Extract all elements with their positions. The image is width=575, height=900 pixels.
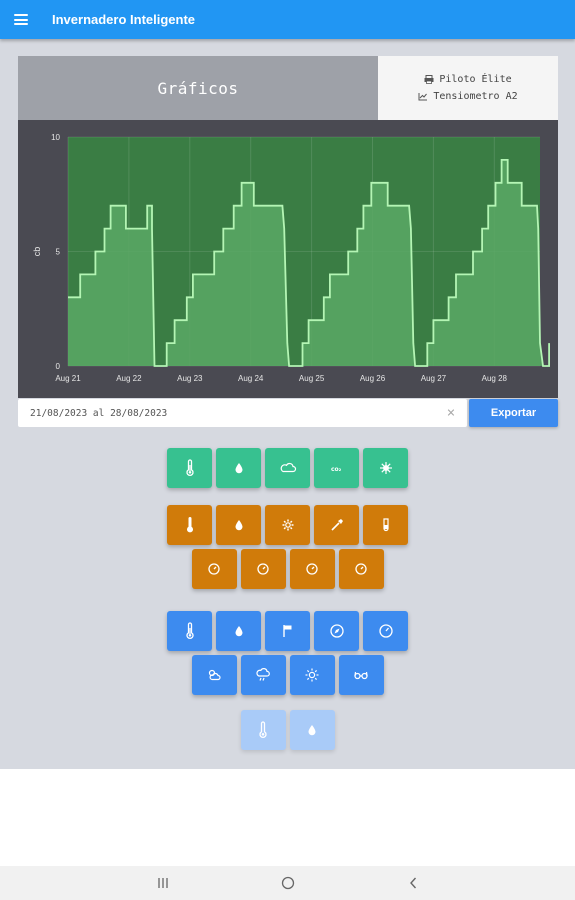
printer-icon (424, 75, 434, 84)
virus-icon (379, 462, 392, 474)
light-thermometer-button[interactable] (240, 710, 286, 750)
main-content: Gráficos Piloto Élite Tensiometro A2 Aug… (0, 39, 575, 769)
water-drop-icon (235, 626, 242, 637)
y-tick-label: 10 (51, 133, 60, 142)
light-sensor-row (0, 710, 575, 750)
app-title: Invernadero Inteligente (52, 12, 196, 27)
partly-cloudy-icon (208, 669, 221, 681)
blue-sensor-row-1 (0, 611, 575, 651)
close-icon[interactable]: × (441, 405, 461, 421)
water-drop-icon (308, 725, 316, 736)
x-tick-label: Aug 23 (177, 374, 203, 383)
chart-header: Gráficos Piloto Élite Tensiometro A2 (18, 56, 558, 120)
x-tick-label: Aug 24 (238, 374, 264, 383)
home-circle-icon (281, 876, 294, 890)
green-humidity-button[interactable] (216, 448, 261, 488)
y-axis-label: cb (32, 247, 42, 257)
gauge-icon (306, 563, 318, 575)
gear-icon (282, 519, 293, 531)
rain-cloud-icon (256, 668, 270, 681)
blue-wind-flag-button[interactable] (265, 611, 310, 651)
sun-icon (305, 668, 319, 682)
device-name: Piloto Élite (439, 74, 512, 85)
back-chevron-icon (409, 877, 416, 889)
x-tick-label: Aug 28 (482, 374, 508, 383)
sensor-line: Tensiometro A2 (418, 91, 518, 102)
x-tick-label: Aug 26 (360, 374, 386, 383)
orange-test-tube-button[interactable] (363, 505, 408, 545)
green-cloud-button[interactable] (265, 448, 310, 488)
green-thermometer-button[interactable] (167, 448, 212, 488)
chart-panel: Aug 21 Aug 22 Aug 23 Aug 24 Aug 25 Aug 26 Aug … (18, 120, 558, 398)
blue-rain-cloud-button[interactable] (240, 655, 286, 695)
back-button[interactable] (398, 868, 428, 898)
blue-sensor-row-2 (0, 655, 575, 695)
co2-icon: co₂ (331, 466, 342, 473)
blue-thermometer-button[interactable] (167, 611, 212, 651)
thermometer-icon (259, 721, 267, 738)
x-tick-label: Aug 25 (299, 374, 325, 383)
orange-gauge-button-4[interactable] (338, 549, 384, 589)
wind-flag-icon (282, 625, 291, 637)
gauge-icon (208, 563, 220, 575)
orange-pipette-button[interactable] (314, 505, 359, 545)
y-tick-label: 5 (56, 248, 61, 257)
y-tick-label: 0 (56, 362, 61, 371)
recent-apps-button[interactable] (148, 868, 178, 898)
orange-sensor-row-1 (0, 505, 575, 545)
pipette-icon (330, 519, 343, 531)
sensor-name: Tensiometro A2 (433, 91, 518, 102)
x-tick-label: Aug 21 (55, 374, 81, 383)
green-virus-button[interactable] (363, 448, 408, 488)
home-button[interactable] (273, 868, 303, 898)
blue-partly-cloudy-button[interactable] (191, 655, 237, 695)
thermometer-icon (185, 622, 194, 639)
light-humidity-button[interactable] (289, 710, 335, 750)
orange-humidity-button[interactable] (216, 505, 261, 545)
green-co2-button[interactable]: co₂ (314, 448, 359, 488)
page-title: Gráficos (18, 56, 378, 120)
recent-apps-icon (157, 878, 168, 888)
gauge-icon (378, 624, 393, 638)
app-bar: Invernadero Inteligente (0, 0, 575, 39)
orange-gear-button[interactable] (265, 505, 310, 545)
orange-sensor-row-2 (0, 549, 575, 589)
cloud-icon (280, 462, 296, 473)
gauge-icon (257, 563, 269, 575)
date-range-value[interactable]: 21/08/2023 al 28/08/2023 (30, 408, 441, 419)
x-tick-label: Aug 27 (421, 374, 447, 383)
gauge-icon (355, 563, 367, 575)
system-nav-bar (0, 866, 575, 900)
blue-humidity-button[interactable] (216, 611, 261, 651)
device-info: Piloto Élite Tensiometro A2 (378, 56, 558, 120)
bottom-blank-area (0, 769, 575, 866)
compass-icon (329, 624, 344, 638)
blue-gauge-button[interactable] (363, 611, 408, 651)
test-tube-icon (382, 518, 389, 532)
blue-compass-button[interactable] (314, 611, 359, 651)
orange-thermometer-button[interactable] (167, 505, 212, 545)
device-line: Piloto Élite (424, 74, 512, 85)
orange-gauge-button-3[interactable] (289, 549, 335, 589)
thermometer-icon (186, 517, 193, 533)
blue-sun-button[interactable] (289, 655, 335, 695)
export-button[interactable]: Exportar (469, 399, 558, 427)
goggles-icon (354, 671, 368, 680)
chart-line-icon (418, 93, 428, 101)
area-chart: Aug 21 Aug 22 Aug 23 Aug 24 Aug 25 Aug 26 Aug … (32, 133, 550, 383)
green-sensor-row: co₂ (0, 448, 575, 488)
orange-gauge-button-1[interactable] (191, 549, 237, 589)
water-drop-icon (235, 463, 242, 474)
svg-text:co₂: co₂ (331, 466, 342, 473)
orange-gauge-button-2[interactable] (240, 549, 286, 589)
menu-icon[interactable] (14, 14, 28, 25)
water-drop-icon (235, 520, 242, 531)
x-tick-label: Aug 22 (116, 374, 142, 383)
blue-goggles-button[interactable] (338, 655, 384, 695)
date-range-field[interactable]: 21/08/2023 al 28/08/2023 × (18, 399, 467, 427)
thermometer-icon (185, 459, 194, 476)
